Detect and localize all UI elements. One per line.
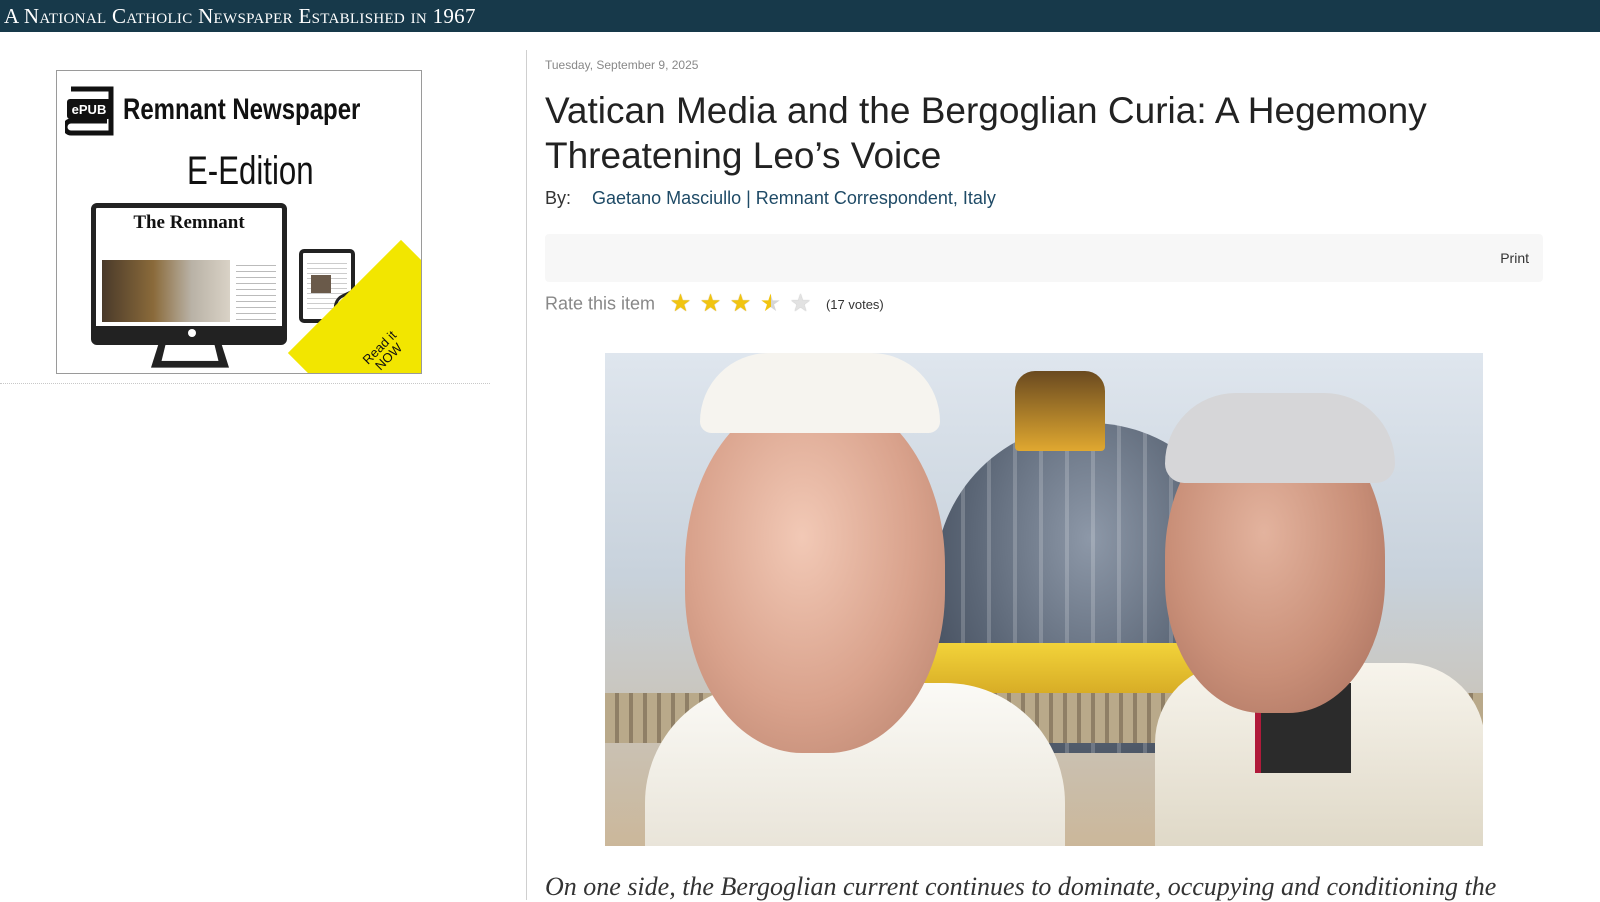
article-title: Vatican Media and the Bergoglian Curia: … <box>545 90 1427 176</box>
monitor-stand <box>150 344 230 368</box>
article-date: Tuesday, September 9, 2025 <box>545 58 699 72</box>
star-1-icon[interactable]: ★ <box>666 292 696 316</box>
monitor-masthead: The Remnant <box>133 212 245 233</box>
monitor-bezel <box>96 326 282 340</box>
star-5-icon[interactable]: ★ <box>786 292 816 316</box>
epub-book-icon: ePUB <box>65 86 114 136</box>
column-divider <box>526 50 527 900</box>
e-edition-ad[interactable]: ePUB Remnant Newspaper E-Edition The Rem… <box>56 70 422 374</box>
hero-image <box>605 353 1483 846</box>
left-figure-zucchetto <box>700 353 940 433</box>
byline: By: Gaetano Masciullo | Remnant Correspo… <box>545 188 996 209</box>
author-link[interactable]: Gaetano Masciullo | Remnant Corresponden… <box>592 188 996 208</box>
tablet-photo <box>311 275 331 293</box>
ad-subtitle: E-Edition <box>187 149 314 193</box>
sidebar-divider <box>0 383 490 384</box>
rating-widget: Rate this item ★ ★ ★ ★ ★ (17 votes) <box>545 292 884 322</box>
left-figure <box>645 353 1065 846</box>
byline-label: By: <box>545 188 572 208</box>
right-figure <box>1145 373 1483 846</box>
article-toolbar: Print <box>545 234 1543 282</box>
star-3-icon[interactable]: ★ <box>726 292 756 316</box>
monitor-illustration: The Remnant <box>91 203 287 345</box>
rating-label: Rate this item <box>545 293 656 314</box>
top-banner: A National Catholic Newspaper Establishe… <box>0 0 1600 32</box>
ad-title: Remnant Newspaper <box>123 93 361 126</box>
right-figure-hair <box>1165 393 1395 483</box>
monitor-power-dot <box>188 329 196 337</box>
vote-count: (17 votes) <box>825 296 884 312</box>
star-2-icon[interactable]: ★ <box>696 292 726 316</box>
star-4-icon[interactable]: ★ <box>756 292 786 316</box>
article-body-preview: On one side, the Bergoglian current cont… <box>545 872 1497 901</box>
dome-lantern <box>1015 371 1105 451</box>
monitor-photo <box>102 260 230 322</box>
rating-stars: ★ ★ ★ ★ ★ <box>666 292 816 316</box>
site-tagline: A National Catholic Newspaper Establishe… <box>4 4 476 28</box>
monitor-text-lines <box>236 260 276 322</box>
left-figure-face <box>685 393 945 753</box>
epub-badge-label: ePUB <box>72 102 107 117</box>
print-button[interactable]: Print <box>1500 250 1529 266</box>
